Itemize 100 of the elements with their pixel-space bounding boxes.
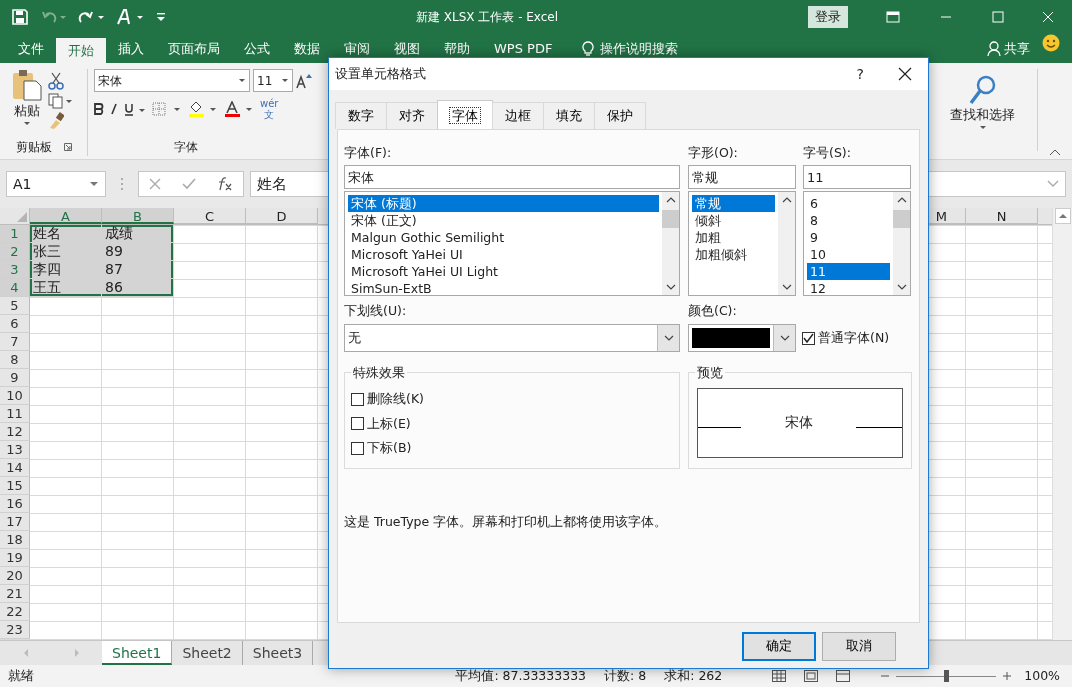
insert-function-icon[interactable] xyxy=(216,177,233,191)
ribbon-tab[interactable]: 公式 xyxy=(232,38,282,60)
list-item[interactable]: 12 xyxy=(807,280,890,296)
row-header[interactable]: 6 xyxy=(0,315,30,333)
bold-icon[interactable] xyxy=(94,103,104,115)
color-select[interactable] xyxy=(688,324,796,352)
row-header[interactable]: 18 xyxy=(0,531,30,549)
ribbon-tab[interactable]: 帮助 xyxy=(432,38,482,60)
row-header[interactable]: 8 xyxy=(0,351,30,369)
search-icon[interactable] xyxy=(968,75,997,105)
scroll-thumb[interactable] xyxy=(893,210,910,229)
list-item[interactable]: SimSun-ExtB xyxy=(348,280,659,296)
ribbon-tab[interactable]: 文件 xyxy=(6,38,56,60)
scroll-thumb[interactable] xyxy=(662,210,679,229)
row-header[interactable]: 4 xyxy=(0,279,30,297)
page-layout-icon[interactable] xyxy=(804,670,819,682)
maximize-icon[interactable] xyxy=(992,11,1004,23)
row-header[interactable]: 7 xyxy=(0,333,30,351)
smiley-icon[interactable] xyxy=(1042,34,1060,52)
sign-in-button[interactable]: 登录 xyxy=(808,6,848,28)
name-box[interactable]: A1 xyxy=(6,171,106,197)
row-header[interactable]: 11 xyxy=(0,405,30,423)
list-item[interactable]: 9 xyxy=(807,229,890,247)
lightbulb-icon[interactable] xyxy=(582,40,595,57)
normal-view-icon[interactable] xyxy=(772,670,787,682)
list-item[interactable]: Microsoft YaHei UI xyxy=(348,246,659,264)
ribbon-display-icon[interactable] xyxy=(886,11,900,23)
page-break-icon[interactable] xyxy=(836,670,851,682)
ribbon-tab[interactable]: WPS PDF xyxy=(482,38,565,60)
format-painter-icon[interactable] xyxy=(48,112,64,130)
zoom-slider-thumb[interactable] xyxy=(944,670,950,682)
ribbon-tab[interactable]: 数据 xyxy=(282,38,332,60)
row-header[interactable]: 21 xyxy=(0,585,30,603)
row-header[interactable]: 9 xyxy=(0,369,30,387)
row-header[interactable]: 22 xyxy=(0,603,30,621)
list-item[interactable]: 宋体 (正文) xyxy=(348,212,659,230)
list-item[interactable]: Malgun Gothic Semilight xyxy=(348,229,659,247)
row-header[interactable]: 23 xyxy=(0,621,30,639)
checkbox-label[interactable]: 下标(B) xyxy=(367,439,412,458)
customize-icon[interactable] xyxy=(156,12,166,22)
input-field[interactable]: 11 xyxy=(803,165,911,190)
dialog-button[interactable]: 确定 xyxy=(742,631,816,661)
ribbon-tab[interactable]: 开始 xyxy=(56,38,106,63)
touch-mode-icon[interactable] xyxy=(116,9,144,25)
caret-icon[interactable] xyxy=(23,120,31,126)
row-header[interactable]: 19 xyxy=(0,549,30,567)
ribbon-tab[interactable]: 页面布局 xyxy=(156,38,232,60)
font-color-icon[interactable] xyxy=(224,101,254,117)
dropdown-arrow-icon[interactable] xyxy=(281,78,289,83)
zoom-level[interactable]: 100% xyxy=(1024,666,1060,686)
row-header[interactable]: 16 xyxy=(0,495,30,513)
underline-icon[interactable] xyxy=(124,102,146,116)
column-header[interactable]: N xyxy=(966,208,1038,224)
row-header[interactable]: 17 xyxy=(0,513,30,531)
list-item[interactable]: 常规 xyxy=(692,195,775,213)
dialog-tab[interactable]: 数字 xyxy=(335,102,387,129)
tell-me-search[interactable]: 操作说明搜索 xyxy=(600,38,679,59)
list-item[interactable]: 加粗 xyxy=(692,229,775,247)
help-button[interactable]: ? xyxy=(856,63,864,85)
row-header[interactable]: 2 xyxy=(0,243,30,261)
checkbox[interactable] xyxy=(351,392,364,406)
row-header[interactable]: 20 xyxy=(0,567,30,585)
scroll-up-icon[interactable] xyxy=(1054,208,1071,224)
column-header[interactable]: B xyxy=(102,208,174,224)
italic-icon[interactable] xyxy=(110,103,118,115)
column-header[interactable]: C xyxy=(174,208,246,224)
column-header[interactable]: A xyxy=(30,208,102,224)
checkbox[interactable] xyxy=(802,331,815,345)
checkbox[interactable] xyxy=(351,442,364,456)
column-header[interactable]: D xyxy=(246,208,318,224)
dialog-tab[interactable]: 边框 xyxy=(492,102,544,129)
checkbox-label[interactable]: 普通字体(N) xyxy=(818,328,890,348)
list-item[interactable]: 宋体 (标题) xyxy=(348,195,659,213)
list-item[interactable]: Microsoft YaHei UI Light xyxy=(348,263,659,281)
phonetic-guide-button[interactable]: wér 文 xyxy=(260,98,279,120)
row-header[interactable]: 1 xyxy=(0,225,30,243)
row-header[interactable]: 15 xyxy=(0,477,30,495)
row-header[interactable]: 3 xyxy=(0,261,30,279)
row-header[interactable]: 5 xyxy=(0,297,30,315)
list-item[interactable]: 8 xyxy=(807,212,890,230)
dialog-tab[interactable]: 字体 xyxy=(437,100,493,129)
row-header[interactable]: 12 xyxy=(0,423,30,441)
sheet-tab[interactable]: Sheet1 xyxy=(102,641,173,665)
underline-select[interactable]: 无 xyxy=(344,324,680,352)
paste-button[interactable]: 粘贴 xyxy=(14,101,40,121)
list-item[interactable]: 加粗倾斜 xyxy=(692,246,775,264)
close-icon[interactable] xyxy=(898,67,912,81)
font-name-field[interactable]: 宋体 xyxy=(94,69,250,92)
row-header[interactable]: 14 xyxy=(0,459,30,477)
collapse-ribbon-icon[interactable] xyxy=(1049,149,1061,156)
scissors-icon[interactable] xyxy=(48,72,64,90)
dialog-button[interactable]: 取消 xyxy=(822,631,896,661)
grow-font-icon[interactable] xyxy=(296,72,312,89)
dialog-tab[interactable]: 保护 xyxy=(594,102,646,129)
clipboard-icon[interactable] xyxy=(12,69,42,101)
share-button[interactable]: 共享 xyxy=(1004,38,1030,59)
list-item[interactable]: 11 xyxy=(807,263,890,281)
font-size-field[interactable]: 11 xyxy=(253,69,293,92)
fill-color-icon[interactable] xyxy=(188,101,218,117)
find-select-button[interactable]: 查找和选择 xyxy=(950,105,1015,125)
